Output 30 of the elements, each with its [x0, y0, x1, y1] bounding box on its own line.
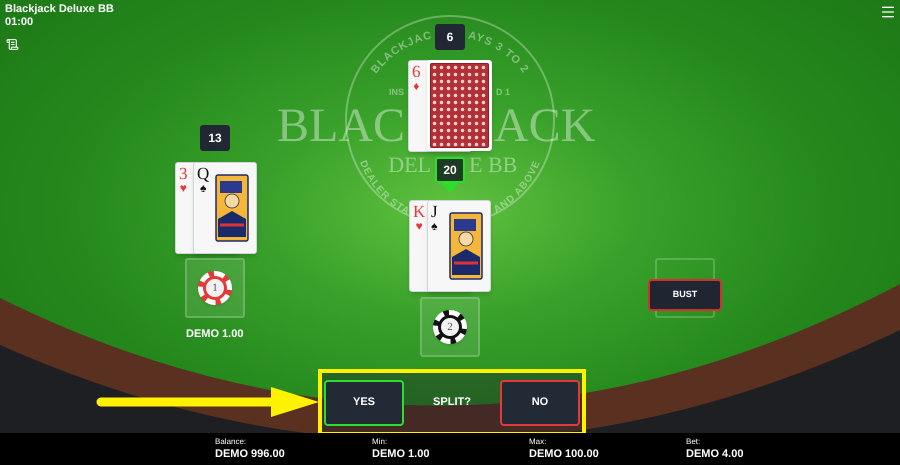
status-label: Balance:	[215, 438, 248, 446]
status-label: Max:	[529, 438, 548, 446]
card-rank: 3	[179, 165, 188, 182]
hand-score: 13	[200, 125, 230, 151]
chip-value: 1	[206, 279, 224, 297]
table-logo-text: INS	[388, 87, 404, 97]
table-logo-text: AYS 3 TO 2	[467, 30, 532, 76]
hand-score: 20	[435, 157, 465, 183]
split-question: SPLIT?	[433, 395, 471, 410]
table-logo-text: D 1	[496, 87, 510, 97]
card-rank: K	[413, 203, 426, 220]
status-label: Min:	[372, 438, 388, 446]
card-suit: ♦	[413, 80, 420, 92]
bust-toast: BUST	[648, 279, 722, 311]
status-value: DEMO 4.00	[686, 449, 744, 460]
card-suit: ♥	[180, 182, 187, 194]
round-timer: 01:00	[5, 16, 34, 29]
status-value: DEMO 1.00	[372, 449, 430, 460]
status-label: Bet:	[686, 438, 702, 446]
card-rank: Q	[197, 165, 210, 182]
card-suit: ♥	[416, 220, 423, 232]
hand-score: 6	[435, 24, 465, 50]
status-value: DEMO 996.00	[215, 449, 286, 460]
card-suit: ♠	[431, 220, 438, 232]
game-title: Blackjack Deluxe BB	[5, 3, 114, 16]
card-rank: J	[431, 203, 438, 220]
status-value: DEMO 100.00	[529, 449, 600, 460]
bet-amount: DEMO 1.00	[186, 327, 244, 342]
card-suit: ♠	[200, 182, 206, 194]
chip-value: 2	[441, 318, 459, 336]
